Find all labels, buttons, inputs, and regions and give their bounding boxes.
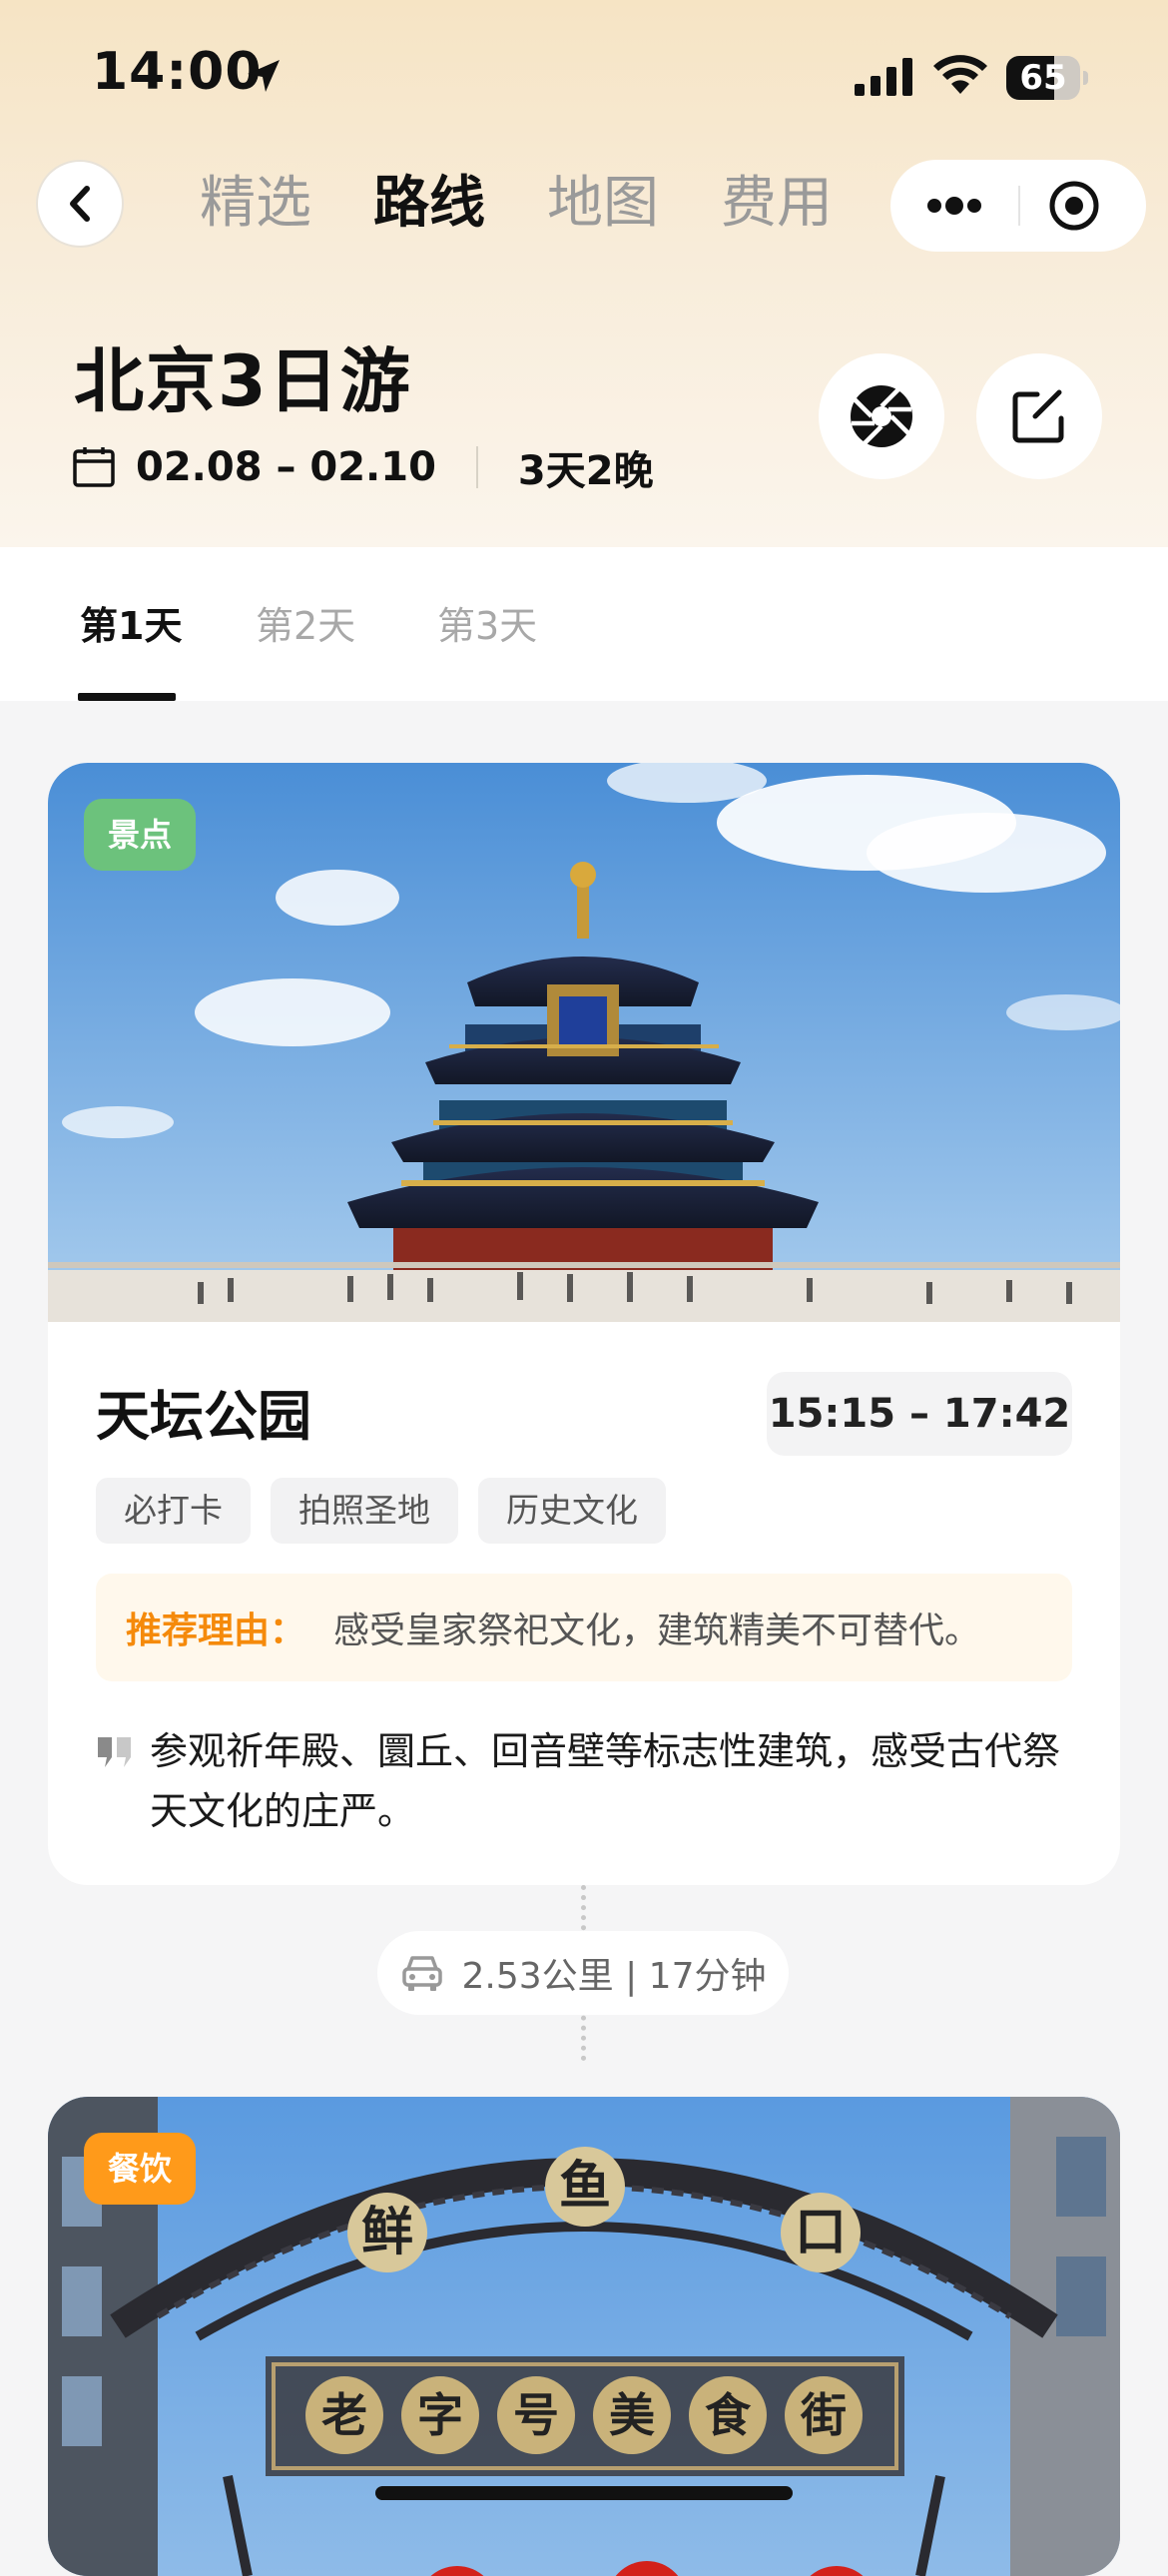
more-button[interactable]	[920, 180, 988, 232]
battery-level: 65	[1019, 58, 1067, 98]
sign-char: 鲜	[347, 2193, 427, 2272]
sign-bottom: 老 字 号 美 食 街	[305, 2376, 863, 2454]
spot-tag-chip: 历史文化	[478, 1478, 666, 1544]
spot-card[interactable]: 景点 天坛公园 15:15 – 17:42 必打卡 拍照圣地 历史文化 推荐理由…	[48, 763, 1120, 1885]
status-bar: 14:00 65	[0, 0, 1168, 150]
status-time: 14:00	[92, 42, 263, 102]
top-nav-tabs: 精选 路线 地图 费用	[200, 164, 833, 244]
spot-description-text: 参观祈年殿、圜丘、回音壁等标志性建筑，感受古代祭天文化的庄严。	[150, 1729, 1061, 1833]
back-chevron-icon	[70, 186, 90, 222]
spot-photo	[48, 763, 1120, 1322]
trip-dates: 02.08 – 02.10	[136, 444, 436, 490]
spot-description: 参观祈年殿、圜丘、回音壁等标志性建筑，感受古代祭天文化的庄严。	[96, 1721, 1084, 1841]
car-icon	[400, 1953, 444, 1993]
aperture-icon	[851, 385, 912, 447]
trip-duration: 3天2晚	[517, 448, 654, 494]
spot-tag-chip: 必打卡	[96, 1478, 251, 1544]
spot-time: 15:15 – 17:42	[767, 1372, 1072, 1456]
sign-char: 口	[781, 2193, 861, 2272]
sign-char: 字	[401, 2376, 479, 2454]
recommend-reason: 推荐理由： 感受皇家祭祀文化，建筑精美不可替代。	[96, 1574, 1072, 1681]
tab-map[interactable]: 地图	[547, 164, 659, 244]
recommend-reason-label: 推荐理由：	[126, 1610, 306, 1651]
target-icon[interactable]	[1048, 180, 1100, 232]
spot-card[interactable]: 鲜 鱼 口 老 字 号 美 食 街 餐饮	[48, 2097, 1120, 2576]
spot-category-tag: 景点	[84, 799, 197, 871]
miniprogram-capsule	[890, 160, 1146, 252]
sign-char: 美	[593, 2376, 671, 2454]
sign-char: 号	[497, 2376, 575, 2454]
spot-photo-sign: 鲜 鱼 口 老 字 号 美 食 街	[48, 2097, 1120, 2576]
recommend-reason-text: 感受皇家祭祀文化，建筑精美不可替代。	[333, 1610, 981, 1651]
sign-char: 食	[689, 2376, 767, 2454]
tab-featured[interactable]: 精选	[200, 164, 311, 244]
day-tab-indicator	[78, 693, 176, 701]
sign-char: 老	[305, 2376, 383, 2454]
battery-icon: 65	[1006, 56, 1088, 100]
wifi-icon	[933, 55, 987, 94]
day-tabs: 第1天 第2天 第3天	[0, 547, 1168, 701]
travel-info[interactable]: 2.53公里 | 17分钟	[377, 1931, 789, 2015]
trip-meta: 02.08 – 02.10 3天2晚	[72, 437, 654, 497]
home-indicator	[375, 2486, 793, 2500]
edit-button[interactable]	[976, 353, 1102, 479]
location-arrow-icon	[248, 60, 280, 92]
sign-char: 鱼	[545, 2147, 625, 2227]
edit-icon	[1012, 389, 1064, 443]
back-button[interactable]	[36, 160, 124, 248]
signal-icon	[855, 58, 912, 96]
quote-icon	[98, 1737, 131, 1767]
spot-category-tag: 餐饮	[84, 2133, 197, 2205]
trip-title: 北京3日游	[74, 340, 412, 422]
day-tab-1[interactable]: 第1天	[80, 595, 182, 650]
day-tab-2[interactable]: 第2天	[256, 595, 355, 650]
spot-tag-chip: 拍照圣地	[271, 1478, 458, 1544]
day-tab-3[interactable]: 第3天	[437, 595, 537, 650]
spot-name: 天坛公园	[96, 1385, 311, 1448]
tab-cost[interactable]: 费用	[721, 164, 833, 244]
more-dots-icon	[927, 197, 981, 215]
aperture-button[interactable]	[819, 353, 944, 479]
travel-distance-time: 2.53公里 | 17分钟	[461, 1956, 767, 1997]
spot-tags: 必打卡 拍照圣地 历史文化	[96, 1478, 666, 1544]
sign-char: 街	[785, 2376, 863, 2454]
calendar-icon	[72, 445, 116, 489]
tab-route[interactable]: 路线	[373, 164, 485, 244]
